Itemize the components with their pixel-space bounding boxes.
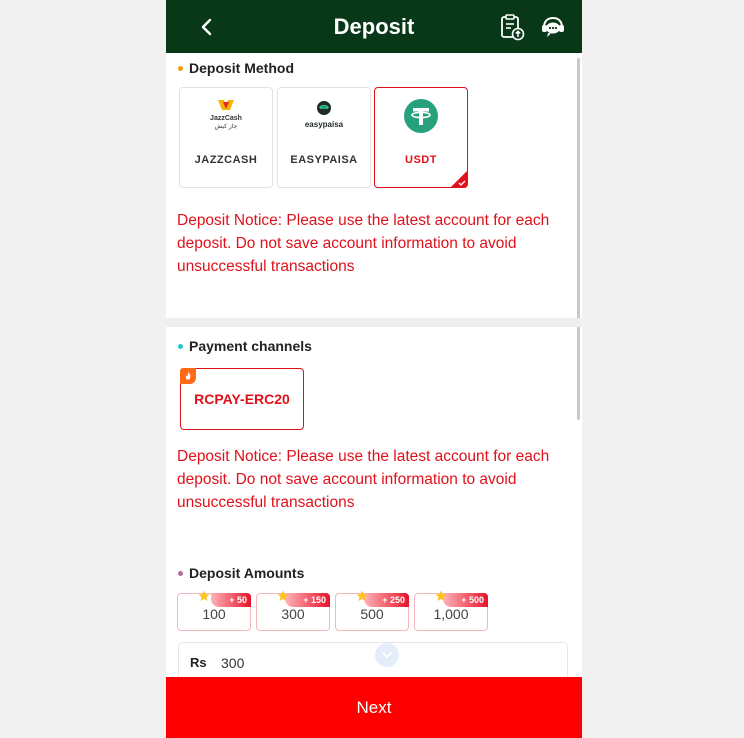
amount-value: 100 — [202, 606, 226, 622]
amount-option-1000[interactable]: + 500 1,000 — [414, 590, 488, 631]
method-card-easypaisa[interactable]: easypaisa EASYPAISA — [277, 87, 371, 188]
amount-value: 500 — [360, 606, 384, 622]
section-dot — [178, 570, 183, 576]
jazzcash-logo-text: JazzCash — [210, 115, 242, 122]
back-button[interactable] — [194, 14, 220, 40]
bonus-tag: + 500 — [443, 593, 488, 607]
channel-card-rcpay-erc20[interactable]: RCPAY-ERC20 — [180, 368, 304, 430]
flame-icon — [185, 372, 191, 380]
amount-value: 300 — [281, 606, 305, 622]
channel-label: RCPAY-ERC20 — [194, 391, 290, 407]
amount-input-row[interactable]: Rs — [178, 642, 568, 677]
method-label-jazzcash: JAZZCASH — [194, 154, 258, 166]
customer-service-button[interactable] — [539, 14, 567, 40]
star-icon — [198, 590, 210, 601]
tether-icon — [404, 99, 438, 133]
method-label-easypaisa: EASYPAISA — [290, 154, 358, 166]
selected-check-icon — [451, 171, 467, 187]
phone-frame: Deposit Deposit Method JazzCash جاز کیش … — [166, 0, 582, 738]
jazzcash-logo: JazzCash جاز کیش — [180, 96, 272, 136]
method-label-usdt: USDT — [405, 154, 437, 166]
section-divider — [166, 318, 582, 327]
star-icon — [277, 590, 289, 601]
jazzcash-logo-icon: JazzCash جاز کیش — [210, 100, 242, 130]
method-card-jazzcash[interactable]: JazzCash جاز کیش JAZZCASH — [179, 87, 273, 188]
deposit-notice-1: Deposit Notice: Please use the latest ac… — [177, 212, 550, 275]
bonus-tag: + 250 — [364, 593, 409, 607]
amount-option-100[interactable]: + 50 100 — [177, 590, 251, 631]
easypaisa-logo-icon: easypaisa — [305, 101, 344, 129]
deposit-notice-2: Deposit Notice: Please use the latest ac… — [177, 448, 550, 511]
bonus-tag: + 50 — [211, 593, 251, 607]
chevron-down-icon — [382, 652, 392, 659]
scrollbar[interactable] — [577, 58, 580, 420]
easypaisa-logo-text: easypaisa — [305, 120, 344, 129]
deposit-method-title: Deposit Method — [178, 60, 294, 76]
method-card-usdt[interactable]: USDT — [374, 87, 468, 188]
amount-option-300[interactable]: + 150 300 — [256, 590, 330, 631]
clipboard-upload-icon — [501, 14, 525, 41]
deposit-method-title-text: Deposit Method — [189, 60, 294, 76]
currency-label: Rs — [190, 655, 207, 670]
bonus-tag: + 150 — [285, 593, 330, 607]
jazzcash-logo-subtext: جاز کیش — [215, 123, 238, 130]
deposit-amounts-title-text: Deposit Amounts — [189, 565, 305, 581]
chevron-left-icon — [201, 18, 212, 36]
star-icon — [435, 590, 447, 601]
expand-button[interactable] — [375, 643, 399, 667]
amount-value: 1,000 — [433, 606, 469, 622]
section-dot — [178, 343, 183, 349]
hot-badge — [180, 368, 196, 384]
payment-channels-title: Payment channels — [178, 338, 312, 354]
header-bar: Deposit — [166, 0, 582, 53]
star-icon — [356, 590, 368, 601]
next-button[interactable]: Next — [166, 677, 582, 738]
usdt-logo — [375, 96, 467, 136]
deposit-record-button[interactable] — [498, 13, 526, 41]
deposit-amounts-title: Deposit Amounts — [178, 565, 304, 581]
customer-service-icon — [542, 16, 564, 37]
payment-channels-title-text: Payment channels — [189, 338, 312, 354]
easypaisa-logo: easypaisa — [278, 96, 370, 136]
amount-option-500[interactable]: + 250 500 — [335, 590, 409, 631]
deposit-content[interactable]: Deposit Method JazzCash جاز کیش JAZZCASH… — [166, 53, 582, 677]
section-dot — [178, 65, 183, 71]
